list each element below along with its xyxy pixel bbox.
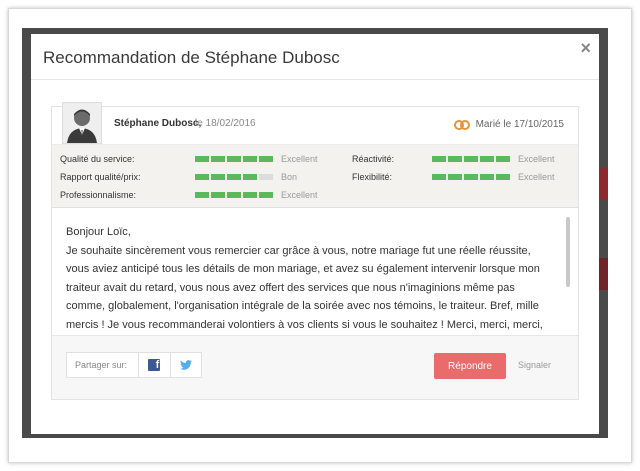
rating-segment <box>496 156 510 162</box>
rating-label: Réactivité: <box>352 154 395 164</box>
rating-label: Qualité du service: <box>60 154 135 164</box>
rating-segment <box>259 156 273 162</box>
rating-segment <box>195 174 209 180</box>
modal-title: Recommandation de Stéphane Dubosc <box>43 48 340 67</box>
user-silhouette-icon <box>63 103 101 143</box>
close-icon[interactable]: × <box>580 38 591 58</box>
rating-segment <box>227 192 241 198</box>
avatar <box>62 102 102 144</box>
rating-segment <box>464 174 478 180</box>
rating-row: Professionnalisme: Excellent <box>60 189 318 201</box>
rating-label: Rapport qualité/prix: <box>60 172 141 182</box>
review-greeting: Bonjour Loïc, <box>66 226 131 238</box>
rating-label: Flexibilité: <box>352 172 393 182</box>
ratings-panel: Qualité du service: Excellent Rapport qual… <box>52 145 578 208</box>
rating-value: Bon <box>281 172 298 182</box>
wedding-rings-icon <box>453 119 470 130</box>
share-label: Partager sur: <box>75 360 128 370</box>
review-author: Stéphane Dubosc, <box>114 118 202 129</box>
rating-bar <box>195 192 279 198</box>
rating-segment <box>195 156 209 162</box>
rating-segment <box>496 174 510 180</box>
rating-label: Professionnalisme: <box>60 190 137 200</box>
rating-row: Flexibilité: Excellent <box>352 171 555 183</box>
twitter-icon <box>179 360 192 370</box>
rating-segment <box>259 174 273 180</box>
rating-segment <box>195 192 209 198</box>
rating-value: Excellent <box>281 154 318 164</box>
review-header: Stéphane Dubosc, le 18/02/2016 Marié le … <box>52 102 578 145</box>
recommendation-modal: Recommandation de Stéphane Dubosc × Stép… <box>31 34 599 434</box>
share-facebook-button[interactable]: f <box>137 353 170 377</box>
rating-segment <box>432 174 446 180</box>
rating-row: Qualité du service: Excellent <box>60 153 318 165</box>
rating-segment <box>464 156 478 162</box>
rating-row: Rapport qualité/prix: Bon <box>60 171 297 183</box>
wedding-date: Marié le 17/10/2015 <box>453 119 564 130</box>
review-date: le 18/02/2016 <box>195 118 256 129</box>
rating-segment <box>448 174 462 180</box>
rating-segment <box>227 156 241 162</box>
review-body: Je souhaite sincèrement vous remercier c… <box>66 244 543 331</box>
wedding-date-label: Marié le 17/10/2015 <box>475 119 564 130</box>
rating-segment <box>227 174 241 180</box>
rating-segment <box>243 174 257 180</box>
report-link[interactable]: Signaler <box>518 360 551 370</box>
rating-bar <box>432 174 516 180</box>
reply-button[interactable]: Répondre <box>434 353 506 379</box>
rating-segment <box>211 174 225 180</box>
rating-segment <box>243 156 257 162</box>
review-card: Stéphane Dubosc, le 18/02/2016 Marié le … <box>51 102 579 400</box>
rating-bar <box>432 156 516 162</box>
rating-segment <box>211 156 225 162</box>
share-box: Partager sur: f <box>66 352 202 378</box>
rating-segment <box>480 174 494 180</box>
review-footer: Partager sur: f Répondre Signaler <box>52 335 578 399</box>
rating-segment <box>243 192 257 198</box>
rating-value: Excellent <box>518 172 555 182</box>
facebook-icon: f <box>148 359 161 371</box>
review-scrollbar[interactable] <box>566 217 570 287</box>
share-twitter-button[interactable] <box>169 353 202 377</box>
rating-bar <box>195 156 279 162</box>
rating-row: Réactivité: Excellent <box>352 153 555 165</box>
review-text: Bonjour Loïc, Je souhaite sincèrement vo… <box>52 209 578 334</box>
rating-segment <box>448 156 462 162</box>
rating-segment <box>432 156 446 162</box>
rating-segment <box>211 192 225 198</box>
modal-header: Recommandation de Stéphane Dubosc × <box>31 34 599 80</box>
rating-value: Excellent <box>281 190 318 200</box>
rating-bar <box>195 174 279 180</box>
rating-segment <box>480 156 494 162</box>
rating-value: Excellent <box>518 154 555 164</box>
rating-segment <box>259 192 273 198</box>
